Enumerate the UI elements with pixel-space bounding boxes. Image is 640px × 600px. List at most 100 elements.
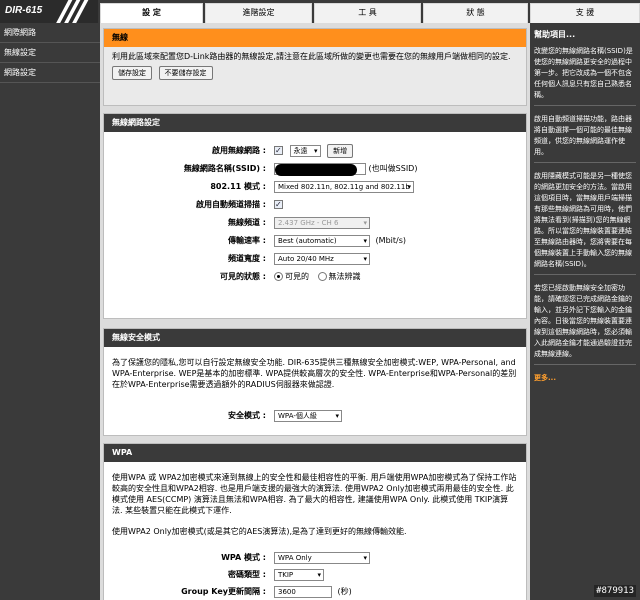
- sidebar-item-internet[interactable]: 網際網路: [0, 23, 100, 43]
- tab-tools[interactable]: 工 具: [314, 3, 421, 23]
- enable-wireless-label: 啟用無線網路 :: [212, 146, 266, 155]
- intro-text: 利用此區域來配置您D-Link路由器的無線設定,請注意在此區域所做的變更也需要在…: [112, 52, 511, 61]
- top-nav-bar: DIR-615 設 定 進階設定 工 具 狀 態 支 援: [0, 0, 640, 23]
- sidebar-item-network[interactable]: 網路設定: [0, 63, 100, 83]
- autoscan-checkbox[interactable]: ✓: [274, 200, 283, 209]
- mode-select[interactable]: Mixed 802.11n, 802.11g and 802.11b ▾: [274, 180, 414, 193]
- security-mode-section: 無線安全模式 為了保護您的隱私,您可以自行設定無線安全功能. DIR-635提供…: [103, 328, 527, 436]
- network-form: 啟用無線網路 : ✓ 永遠 ▾ 新增 無線網路名稱(SSID) : (也叫做SSI…: [104, 132, 526, 318]
- section-body: 使用WPA 或 WPA2加密模式來達到無線上的安全性和最佳相容性的平衡. 用戶端…: [104, 462, 526, 541]
- chevron-down-icon: ▾: [314, 146, 318, 155]
- security-text: 為了保護您的隱私,您可以自行設定無線安全功能. DIR-635提供三種無線安全加…: [112, 358, 517, 389]
- tab-support[interactable]: 支 援: [530, 3, 640, 23]
- schedule-select[interactable]: 永遠 ▾: [289, 144, 321, 157]
- chevron-down-icon: ▾: [363, 254, 367, 263]
- mode-value: Mixed 802.11n, 802.11g and 802.11b: [278, 182, 410, 191]
- visible-label: 可見的: [285, 272, 309, 281]
- width-value: Auto 20/40 MHz: [278, 254, 334, 263]
- help-paragraph: 啟用自動頻道掃描功能，路由器將自動選擇一個可能的最佳無線頻道，供您的無線網路運作…: [534, 114, 636, 163]
- wpa-text: 使用WPA 或 WPA2加密模式來達到無線上的安全性和最佳相容性的平衡. 用戶端…: [112, 473, 517, 515]
- chevron-down-icon: ▾: [407, 182, 411, 191]
- tab-advanced[interactable]: 進階設定: [205, 3, 312, 23]
- wpa2-text: 使用WPA2 Only加密模式(或是其它的AES演算法),是為了達到更好的無線傳…: [112, 527, 407, 536]
- enable-wireless-row: 啟用無線網路 : ✓ 永遠 ▾ 新增: [104, 144, 528, 158]
- redacted-ssid: [275, 163, 357, 176]
- invisible-radio[interactable]: [317, 272, 327, 281]
- help-paragraph: 改變您的無線網路名稱(SSID)是使您的無線網路更安全的過程中第一步。把它改成為…: [534, 46, 636, 106]
- channel-label: 無線頻道 :: [228, 218, 266, 227]
- ssid-note: (也叫做SSID): [368, 164, 418, 173]
- chevron-down-icon: ▾: [317, 570, 321, 579]
- group-key-row: Group Key更新間隔 : 3600 (秒): [104, 585, 528, 599]
- watermark: #879913: [594, 585, 636, 597]
- chevron-down-icon: ▾: [363, 553, 367, 562]
- section-title: 無線: [104, 29, 526, 47]
- wpa-section: WPA 使用WPA 或 WPA2加密模式來達到無線上的安全性和最佳相容性的平衡.…: [103, 443, 527, 600]
- visibility-label: 可見的狀態 :: [220, 272, 266, 281]
- main-content: 無線 利用此區域來配置您D-Link路由器的無線設定,請注意在此區域所做的變更也…: [100, 23, 530, 600]
- wpa-mode-row: WPA 模式 : WPA Only ▾: [104, 551, 528, 565]
- rate-row: 傳輸速率 : Best (automatic) ▾ (Mbit/s): [104, 234, 528, 248]
- section-body: 利用此區域來配置您D-Link路由器的無線設定,請注意在此區域所做的變更也需要在…: [104, 47, 526, 105]
- help-panel: 幫助項目... 改變您的無線網路名稱(SSID)是使您的無線網路更安全的過程中第…: [530, 23, 640, 600]
- section-title: 無線網路設定: [104, 114, 526, 132]
- schedule-value: 永遠: [293, 146, 308, 155]
- width-row: 頻道寬度 : Auto 20/40 MHz ▾: [104, 252, 528, 266]
- section-title: WPA: [104, 444, 526, 462]
- chevron-down-icon: ▾: [335, 411, 339, 420]
- wireless-network-section: 無線網路設定 啟用無線網路 : ✓ 永遠 ▾ 新增 無線網路名稱(SSID) : …: [103, 113, 527, 319]
- cipher-select[interactable]: TKIP ▾: [274, 568, 324, 581]
- channel-row: 無線頻道 : 2.437 GHz - CH 6 ▾: [104, 216, 528, 230]
- section-body: 為了保護您的隱私,您可以自行設定無線安全功能. DIR-635提供三種無線安全加…: [104, 347, 526, 394]
- wpa-mode-select[interactable]: WPA Only ▾: [274, 551, 370, 564]
- help-paragraph: 若您已經啟動無線安全加密功能，請確認您已完成網路金鑰的輸入，並另外記下您輸入的金…: [534, 283, 636, 365]
- save-settings-button[interactable]: 儲存設定: [112, 66, 152, 80]
- mode-row: 802.11 模式 : Mixed 802.11n, 802.11g and 8…: [104, 180, 528, 194]
- security-mode-label: 安全模式 :: [228, 411, 266, 420]
- cipher-label: 密碼類型 :: [228, 570, 266, 579]
- cipher-value: TKIP: [278, 570, 294, 579]
- check-icon: ✓: [275, 146, 282, 155]
- visibility-row: 可見的狀態 : 可見的 無法辨識: [104, 270, 528, 284]
- sidebar: 網際網路 無線設定 網路設定: [0, 23, 100, 600]
- invisible-label: 無法辨識: [328, 272, 361, 281]
- help-paragraph: 啟用隱藏模式可能是另一種使您的網路更加安全的方法。當啟用這個項目時，當無線用戶端…: [534, 171, 636, 275]
- rate-select[interactable]: Best (automatic) ▾: [274, 234, 370, 247]
- security-mode-value: WPA-個人級: [278, 411, 317, 420]
- wireless-intro-section: 無線 利用此區域來配置您D-Link路由器的無線設定,請注意在此區域所做的變更也…: [103, 28, 527, 106]
- ssid-label: 無線網路名稱(SSID) :: [183, 164, 266, 173]
- dont-save-button[interactable]: 不要儲存設定: [158, 66, 213, 80]
- group-key-label: Group Key更新間隔 :: [181, 587, 266, 596]
- rate-value: Best (automatic): [278, 236, 337, 245]
- product-logo: DIR-615: [0, 0, 98, 23]
- security-mode-row: 安全模式 : WPA-個人級 ▾: [104, 409, 528, 423]
- visible-radio[interactable]: [274, 272, 283, 281]
- channel-select[interactable]: 2.437 GHz - CH 6 ▾: [274, 216, 370, 229]
- wpa-mode-label: WPA 模式 :: [221, 553, 266, 562]
- rate-label: 傳輸速率 :: [228, 236, 266, 245]
- cipher-row: 密碼類型 : TKIP ▾: [104, 568, 528, 582]
- mode-label: 802.11 模式 :: [210, 182, 266, 191]
- rate-unit: (Mbit/s): [375, 236, 406, 245]
- sidebar-item-wireless[interactable]: 無線設定: [0, 43, 100, 63]
- check-icon: ✓: [275, 200, 282, 209]
- model-name: DIR-615: [5, 5, 43, 16]
- chevron-down-icon: ▾: [363, 236, 367, 245]
- help-more-link[interactable]: 更多...: [534, 374, 556, 382]
- help-title: 幫助項目...: [534, 30, 576, 39]
- width-select[interactable]: Auto 20/40 MHz ▾: [274, 252, 370, 265]
- width-label: 頻道寬度 :: [228, 254, 266, 263]
- ssid-input[interactable]: [274, 162, 366, 176]
- wpa-mode-value: WPA Only: [278, 553, 312, 562]
- tab-status[interactable]: 狀 態: [423, 3, 528, 23]
- enable-wireless-checkbox[interactable]: ✓: [274, 146, 283, 155]
- new-schedule-button[interactable]: 新增: [327, 144, 354, 158]
- tab-setup[interactable]: 設 定: [100, 3, 203, 23]
- ssid-row: 無線網路名稱(SSID) : (也叫做SSID): [104, 162, 528, 176]
- autoscan-label: 啟用自動頻道掃描 :: [196, 200, 266, 209]
- section-title: 無線安全模式: [104, 329, 526, 347]
- group-key-input[interactable]: 3600: [274, 585, 332, 598]
- autoscan-row: 啟用自動頻道掃描 : ✓: [104, 198, 528, 212]
- chevron-down-icon: ▾: [363, 218, 367, 227]
- security-mode-select[interactable]: WPA-個人級 ▾: [274, 409, 342, 422]
